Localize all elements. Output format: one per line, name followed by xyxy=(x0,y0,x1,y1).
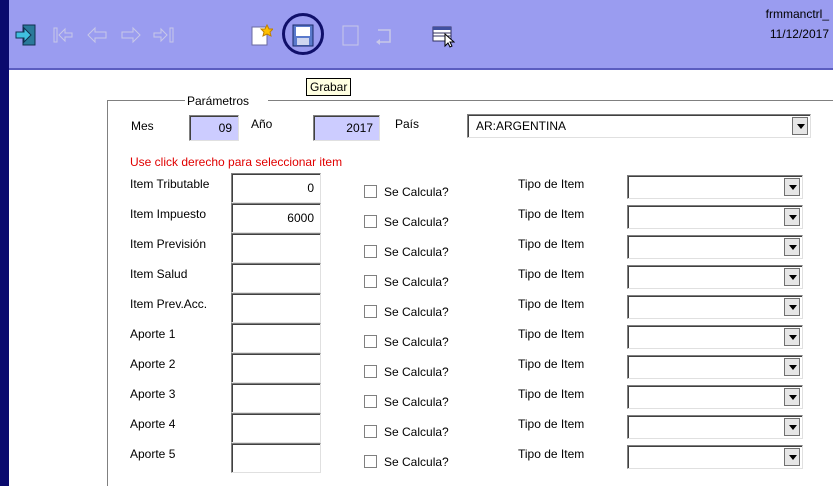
tipo-item-select[interactable] xyxy=(627,235,803,259)
chevron-down-icon[interactable] xyxy=(784,268,800,286)
anio-field[interactable]: 2017 xyxy=(313,115,380,141)
tipo-item-select[interactable] xyxy=(627,415,803,439)
tipo-item-label: Tipo de Item xyxy=(518,387,585,401)
chevron-down-icon[interactable] xyxy=(784,388,800,406)
item-label: Item Salud xyxy=(130,267,188,281)
tipo-item-select[interactable] xyxy=(627,295,803,319)
first-record-icon[interactable] xyxy=(51,22,75,48)
tipo-item-label: Tipo de Item xyxy=(518,297,585,311)
next-record-icon[interactable] xyxy=(119,22,143,48)
tipo-item-label: Tipo de Item xyxy=(518,327,585,341)
exit-icon[interactable] xyxy=(14,22,38,48)
anio-label: Año xyxy=(251,117,273,131)
item-label: Aporte 5 xyxy=(130,447,176,461)
se-calcula-checkbox[interactable] xyxy=(364,185,377,198)
blank-page-icon[interactable] xyxy=(339,22,363,48)
pais-select[interactable]: AR:ARGENTINA xyxy=(467,114,811,138)
toolbar: frmmanctrl_ 11/12/2017 xyxy=(9,0,833,70)
tipo-item-select[interactable] xyxy=(627,445,803,469)
item-label: Aporte 3 xyxy=(130,387,176,401)
last-record-icon[interactable] xyxy=(152,22,176,48)
item-value-field[interactable] xyxy=(231,443,321,473)
previous-record-icon[interactable] xyxy=(85,22,109,48)
pais-select-value: AR:ARGENTINA xyxy=(476,119,567,133)
form-name: frmmanctrl_ xyxy=(765,7,829,21)
se-calcula-checkbox[interactable] xyxy=(364,335,377,348)
se-calcula-checkbox[interactable] xyxy=(364,275,377,288)
save-tooltip: Grabar xyxy=(306,78,352,96)
item-label: Item Prev.Acc. xyxy=(130,297,208,311)
group-border-top-left xyxy=(107,100,185,101)
tipo-item-select[interactable] xyxy=(627,265,803,289)
mes-field[interactable]: 09 xyxy=(189,115,239,141)
tipo-item-label: Tipo de Item xyxy=(518,177,585,191)
se-calcula-label: Se Calcula? xyxy=(384,335,449,349)
se-calcula-label: Se Calcula? xyxy=(384,245,449,259)
chevron-down-icon[interactable] xyxy=(784,448,800,466)
se-calcula-label: Se Calcula? xyxy=(384,185,449,199)
chevron-down-icon[interactable] xyxy=(784,328,800,346)
item-label: Aporte 2 xyxy=(130,357,176,371)
new-record-icon[interactable] xyxy=(249,22,275,48)
group-title: Parámetros xyxy=(187,94,250,108)
mes-label: Mes xyxy=(131,119,154,133)
chevron-down-icon[interactable] xyxy=(784,208,800,226)
item-value-field[interactable] xyxy=(231,353,321,383)
pais-label: País xyxy=(395,117,420,131)
item-label: Item Impuesto xyxy=(130,207,207,221)
se-calcula-checkbox[interactable] xyxy=(364,245,377,258)
se-calcula-checkbox[interactable] xyxy=(364,215,377,228)
se-calcula-label: Se Calcula? xyxy=(384,365,449,379)
chevron-down-icon[interactable] xyxy=(784,238,800,256)
se-calcula-checkbox[interactable] xyxy=(364,425,377,438)
grid-icon[interactable] xyxy=(431,22,456,48)
se-calcula-checkbox[interactable] xyxy=(364,365,377,378)
item-value-field[interactable] xyxy=(231,383,321,413)
se-calcula-label: Se Calcula? xyxy=(384,425,449,439)
item-value-field[interactable] xyxy=(231,323,321,353)
tipo-item-label: Tipo de Item xyxy=(518,417,585,431)
item-label: Item Tributable xyxy=(130,177,210,191)
item-value-field[interactable]: 6000 xyxy=(231,203,321,233)
item-value-field[interactable] xyxy=(231,233,321,263)
tipo-item-label: Tipo de Item xyxy=(518,207,585,221)
tipo-item-select[interactable] xyxy=(627,355,803,379)
item-label: Item Previsión xyxy=(130,237,207,251)
tipo-item-label: Tipo de Item xyxy=(518,357,585,371)
item-label: Aporte 4 xyxy=(130,417,176,431)
item-value-field[interactable]: 0 xyxy=(231,173,321,203)
tipo-item-label: Tipo de Item xyxy=(518,447,585,461)
item-value-field[interactable] xyxy=(231,263,321,293)
se-calcula-label: Se Calcula? xyxy=(384,305,449,319)
tipo-item-label: Tipo de Item xyxy=(518,237,585,251)
hint-text: Use click derecho para seleccionar item xyxy=(130,155,343,169)
undo-icon[interactable] xyxy=(374,22,398,48)
se-calcula-label: Se Calcula? xyxy=(384,215,449,229)
tipo-item-label: Tipo de Item xyxy=(518,267,585,281)
chevron-down-icon[interactable] xyxy=(784,358,800,376)
chevron-down-icon[interactable] xyxy=(784,178,800,196)
item-value-field[interactable] xyxy=(231,413,321,443)
se-calcula-label: Se Calcula? xyxy=(384,455,449,469)
form-date: 11/12/2017 xyxy=(769,27,829,41)
chevron-down-icon[interactable] xyxy=(784,298,800,316)
group-border-top-right xyxy=(268,100,833,101)
item-label: Aporte 1 xyxy=(130,327,176,341)
tipo-item-select[interactable] xyxy=(627,385,803,409)
chevron-down-icon[interactable] xyxy=(784,418,800,436)
highlight-circle xyxy=(282,13,324,55)
window-info: frmmanctrl_ 11/12/2017 xyxy=(766,4,829,44)
se-calcula-label: Se Calcula? xyxy=(384,395,449,409)
chevron-down-icon[interactable] xyxy=(792,117,808,135)
se-calcula-checkbox[interactable] xyxy=(364,305,377,318)
tipo-item-select[interactable] xyxy=(627,205,803,229)
item-value-field[interactable] xyxy=(231,293,321,323)
tipo-item-select[interactable] xyxy=(627,325,803,349)
group-border-left xyxy=(107,100,108,486)
se-calcula-checkbox[interactable] xyxy=(364,395,377,408)
se-calcula-checkbox[interactable] xyxy=(364,455,377,468)
se-calcula-label: Se Calcula? xyxy=(384,275,449,289)
tipo-item-select[interactable] xyxy=(627,175,803,199)
